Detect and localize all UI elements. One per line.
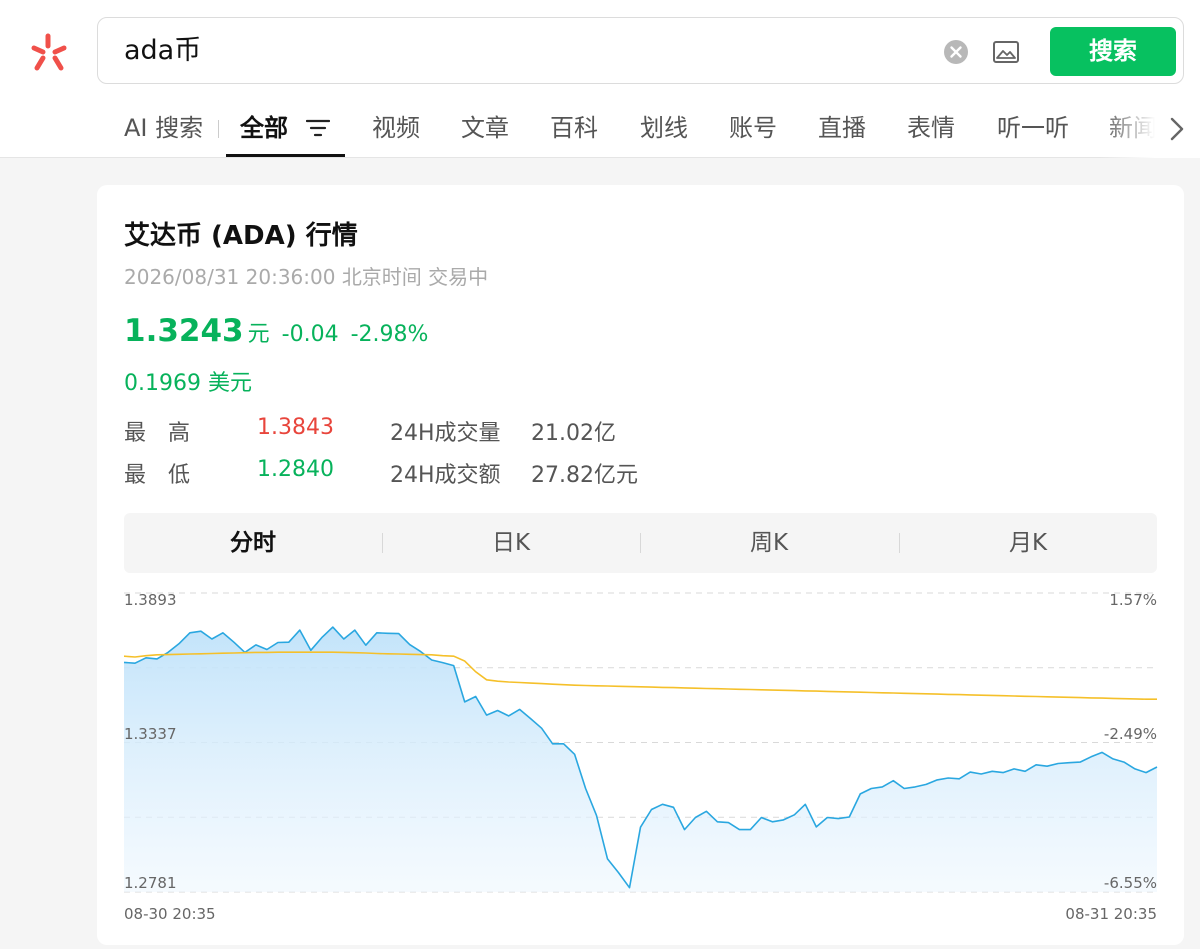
app-logo-icon[interactable]	[26, 28, 74, 76]
amount-label: 24H成交额	[390, 463, 501, 488]
clear-icon[interactable]	[943, 39, 969, 65]
search-tabs: AI 搜索 全部 视频 文章 百科 划线 账号 直播 表情 听一听 新闻	[0, 100, 1200, 158]
x-tick-end: 08-31 20:35	[1065, 905, 1157, 923]
y-tick-right-bottom: -6.55%	[1103, 874, 1157, 892]
tab-baike[interactable]: 百科	[550, 112, 598, 144]
amount-value: 27.82亿元	[531, 463, 638, 488]
tab-live[interactable]: 直播	[818, 112, 866, 144]
volume-label: 24H成交量	[390, 421, 501, 446]
tab-listen[interactable]: 听一听	[997, 112, 1069, 144]
price-unit: 元	[247, 322, 270, 347]
top-bar: ada币 搜索 AI 搜索 全部 视频 文章 百科 划线 账号 直播 表情 听一…	[0, 0, 1200, 158]
tab-all[interactable]: 全部	[240, 112, 288, 144]
y-tick-left-mid: 1.3337	[124, 725, 177, 743]
y-tick-left-top: 1.3893	[124, 591, 177, 609]
period-intraday[interactable]: 分时	[124, 513, 382, 573]
image-search-icon[interactable]	[992, 40, 1020, 64]
quote-timestamp: 2026/08/31 20:36:00 北京时间 交易中	[124, 265, 489, 289]
tab-divider	[218, 120, 219, 138]
period-selector: 分时 日K 周K 月K	[124, 513, 1157, 573]
active-tab-underline	[226, 154, 345, 157]
y-tick-right-top: 1.57%	[1109, 591, 1157, 609]
high-value: 1.3843	[257, 415, 334, 440]
x-tick-start: 08-30 20:35	[124, 905, 216, 923]
quote-card: 艾达币 (ADA) 行情 2026/08/31 20:36:00 北京时间 交易…	[97, 185, 1184, 945]
quote-title: 艾达币 (ADA) 行情	[124, 221, 358, 251]
y-tick-left-bottom: 1.2781	[124, 874, 177, 892]
low-label: 最 低	[124, 463, 191, 488]
search-button[interactable]: 搜索	[1050, 27, 1176, 76]
period-weekly-k[interactable]: 周K	[640, 513, 898, 573]
search-input[interactable]: ada币	[124, 34, 201, 68]
high-label: 最 高	[124, 421, 191, 446]
current-price: 1.3243	[124, 313, 244, 349]
tab-sticker[interactable]: 表情	[907, 112, 955, 144]
volume-value: 21.02亿	[531, 421, 616, 446]
filter-icon[interactable]	[306, 118, 330, 138]
tab-video[interactable]: 视频	[372, 112, 420, 144]
tab-account[interactable]: 账号	[729, 112, 777, 144]
period-monthly-k[interactable]: 月K	[899, 513, 1157, 573]
search-box: ada币 搜索	[97, 17, 1184, 84]
usd-price: 0.1969 美元	[124, 371, 252, 396]
low-value: 1.2840	[257, 457, 334, 482]
price-change: -0.04	[281, 322, 339, 347]
tab-article[interactable]: 文章	[461, 112, 509, 144]
price-row: 1.3243 元 -0.04 -2.98%	[124, 313, 428, 349]
price-area	[124, 627, 1157, 892]
tab-ai-search[interactable]: AI 搜索	[124, 112, 203, 144]
intraday-chart-svg	[123, 592, 1158, 893]
period-daily-k[interactable]: 日K	[382, 513, 640, 573]
tab-highlight[interactable]: 划线	[640, 112, 688, 144]
price-change-pct: -2.98%	[350, 322, 429, 347]
chevron-right-icon[interactable]	[1168, 116, 1186, 142]
y-tick-right-mid: -2.49%	[1103, 725, 1157, 743]
intraday-chart[interactable]: 1.3893 1.3337 1.2781 1.57% -2.49% -6.55%…	[97, 585, 1184, 945]
